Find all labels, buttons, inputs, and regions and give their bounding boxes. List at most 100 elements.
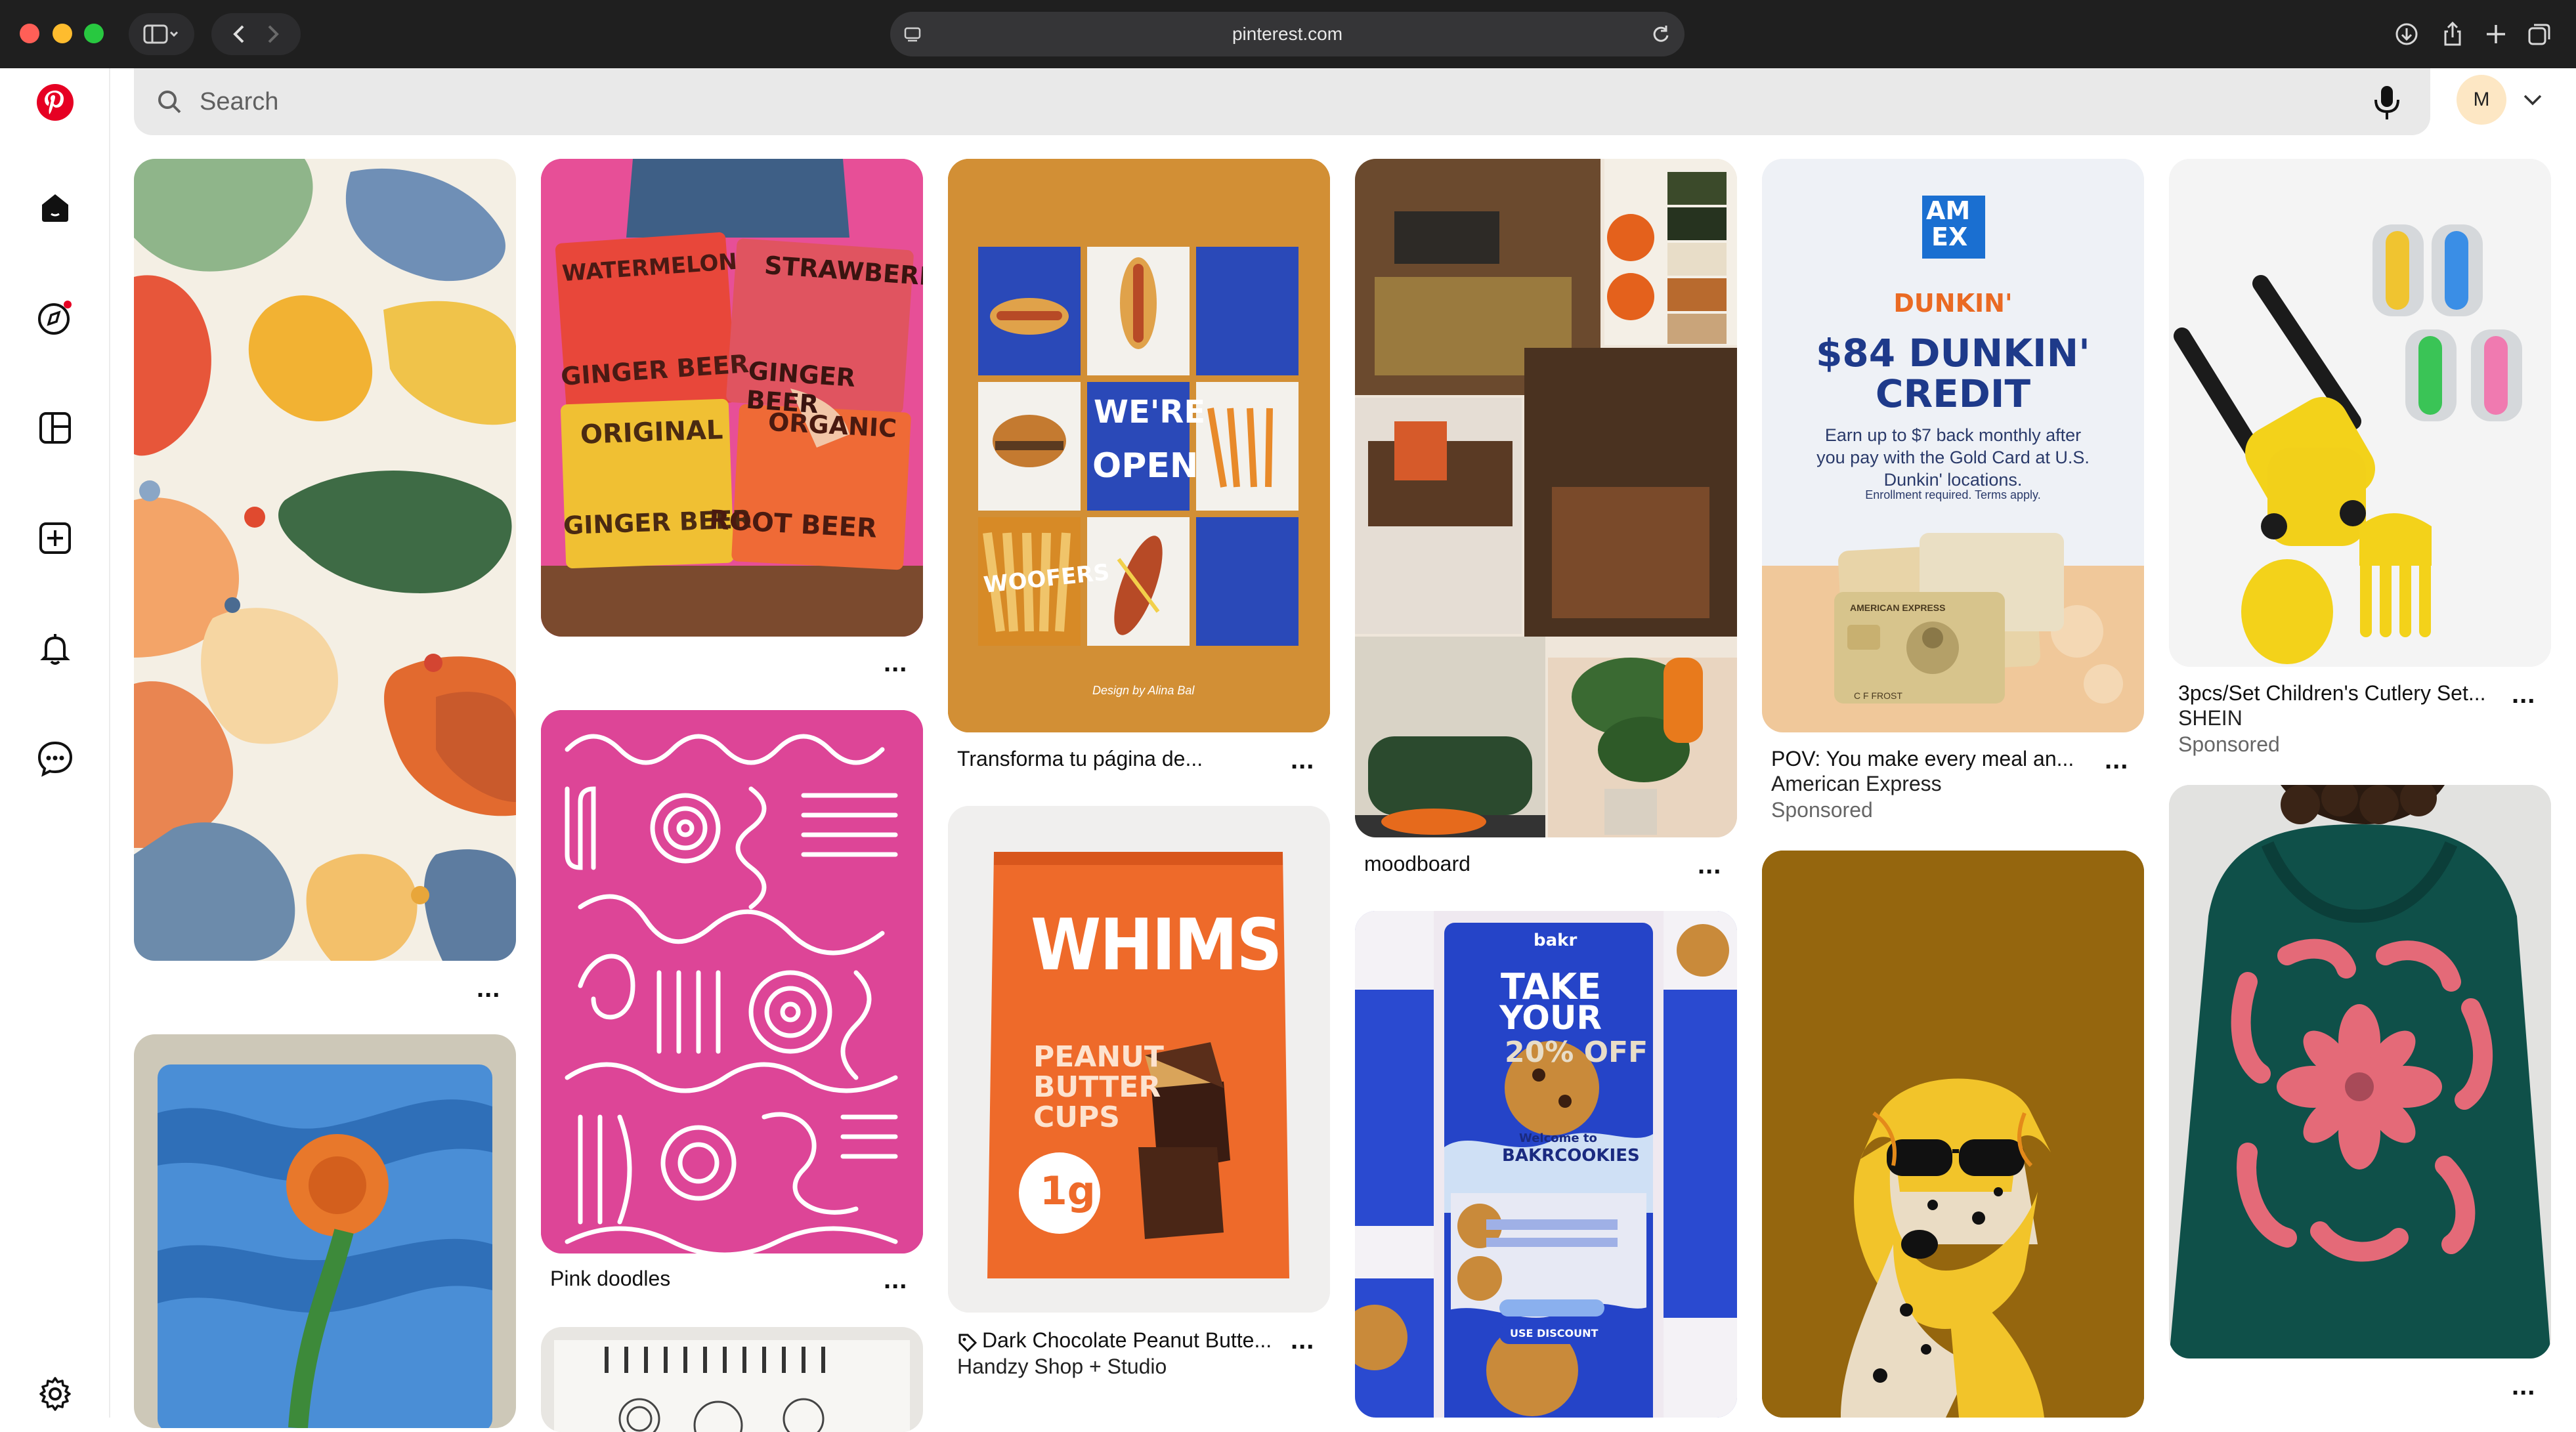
pin-notebook-art[interactable] bbox=[541, 1327, 923, 1432]
more-options-button[interactable]: ... bbox=[1291, 747, 1314, 773]
browser-toolbar: pinterest.com bbox=[0, 0, 2576, 68]
pinterest-logo[interactable] bbox=[32, 79, 79, 126]
more-options-button[interactable]: ... bbox=[2105, 747, 2128, 773]
share-icon bbox=[2444, 21, 2461, 46]
amex-logo: AM bbox=[1926, 196, 1971, 225]
pin-image bbox=[134, 159, 516, 961]
download-icon bbox=[2395, 23, 2418, 45]
pin-bakr-cookies[interactable]: bakr TAKE YOUR 20% OFF Welcome to BAKRCO… bbox=[1355, 911, 1737, 1418]
pin-whims-candy[interactable]: WHIMS PEANUT BUTTER CUPS 1g bbox=[948, 806, 1330, 1313]
pin-flower-art[interactable] bbox=[134, 1034, 516, 1428]
more-options-button[interactable]: ... bbox=[884, 1267, 907, 1293]
hotdog-text: WE'RE bbox=[1094, 394, 1206, 431]
downloads-button[interactable] bbox=[2392, 20, 2421, 49]
pin-advertiser[interactable]: American Express bbox=[1771, 772, 1942, 796]
pin-title[interactable]: 3pcs/Set Children's Cutlery Set... bbox=[2178, 681, 2486, 705]
microphone-icon[interactable] bbox=[2372, 84, 2401, 121]
pin-amex-ad[interactable]: AM EX DUNKIN' $84 DUNKIN' CREDIT Earn up… bbox=[1762, 159, 2144, 732]
cookie-headline: 20% OFF bbox=[1505, 1036, 1648, 1069]
pin-kids-cutlery[interactable] bbox=[2169, 159, 2551, 667]
more-options-button[interactable]: ... bbox=[477, 975, 500, 1001]
address-bar[interactable]: pinterest.com bbox=[890, 12, 1685, 56]
credit-text: Design by Alina Bal bbox=[1092, 684, 1195, 697]
tab-overview-button[interactable] bbox=[2525, 20, 2554, 49]
sidebar-item-boards[interactable] bbox=[32, 404, 79, 452]
tabs-icon bbox=[2528, 24, 2550, 45]
search-bar[interactable]: Search bbox=[134, 68, 2430, 135]
more-options-button[interactable]: ... bbox=[2512, 1373, 2535, 1399]
more-options-button[interactable]: ... bbox=[2512, 681, 2535, 707]
cookie-cta: USE DISCOUNT bbox=[1510, 1327, 1599, 1339]
sidebar-toggle-button[interactable] bbox=[129, 13, 194, 55]
hotdog-text: OPEN bbox=[1092, 446, 1199, 486]
ad-body: Earn up to $7 back monthly after bbox=[1824, 425, 2082, 445]
search-input[interactable]: Search bbox=[200, 88, 278, 116]
pin-title[interactable]: Transforma tu página de... bbox=[957, 747, 1203, 771]
more-options-button[interactable]: ... bbox=[884, 650, 907, 676]
pin-pink-doodles[interactable] bbox=[541, 710, 923, 1253]
new-tab-button[interactable] bbox=[2481, 20, 2510, 49]
pin-image bbox=[554, 1340, 910, 1432]
compass-icon bbox=[38, 301, 72, 335]
pin-dalmatian-art[interactable] bbox=[1762, 851, 2144, 1418]
cookie-brand: bakr bbox=[1534, 931, 1578, 950]
sidebar-item-create[interactable] bbox=[32, 515, 79, 562]
search-icon bbox=[158, 91, 181, 114]
pin-image bbox=[1762, 851, 2144, 1418]
beer-label: ORIGINAL bbox=[580, 415, 724, 450]
reload-icon[interactable] bbox=[1650, 24, 1671, 45]
pin-title[interactable]: POV: You make every meal an... bbox=[1771, 747, 2074, 771]
avatar-initial: M bbox=[2473, 89, 2490, 110]
more-options-button[interactable]: ... bbox=[1291, 1327, 1314, 1353]
pin-image bbox=[948, 159, 1330, 732]
sidebar-item-settings[interactable] bbox=[32, 1370, 79, 1418]
cookie-name: BAKRCOOKIES bbox=[1502, 1146, 1640, 1166]
chevron-down-icon[interactable] bbox=[2520, 87, 2546, 113]
maximize-window-button[interactable] bbox=[84, 24, 104, 43]
cookie-welcome: Welcome to bbox=[1519, 1131, 1597, 1145]
pin-source[interactable]: Handzy Shop + Studio bbox=[957, 1355, 1167, 1379]
pin-advertiser[interactable]: SHEIN bbox=[2178, 706, 2243, 730]
sidebar-item-notifications[interactable] bbox=[32, 625, 79, 672]
chat-icon bbox=[37, 741, 73, 777]
share-button[interactable] bbox=[2438, 20, 2467, 49]
pin-image bbox=[2169, 159, 2551, 667]
pin-image bbox=[1355, 159, 1737, 837]
url-text: pinterest.com bbox=[1232, 24, 1343, 44]
pin-abstract-blobs[interactable] bbox=[134, 159, 516, 961]
close-window-button[interactable] bbox=[20, 24, 39, 43]
pin-title[interactable]: Dark Chocolate Peanut Butte... bbox=[982, 1328, 1272, 1353]
tag-icon bbox=[958, 1334, 977, 1353]
pin-title[interactable]: Pink doodles bbox=[550, 1267, 670, 1291]
plus-icon bbox=[2487, 25, 2505, 43]
whims-badge: 1g bbox=[1040, 1168, 1096, 1214]
history-nav bbox=[211, 13, 301, 55]
bell-icon bbox=[40, 634, 70, 665]
sidebar-item-messages[interactable] bbox=[32, 735, 79, 782]
amex-logo: EX bbox=[1931, 222, 1968, 251]
pin-moodboard[interactable] bbox=[1355, 159, 1737, 837]
sidebar-item-home[interactable] bbox=[32, 184, 79, 231]
pin-title[interactable]: moodboard bbox=[1364, 852, 1470, 876]
cookie-headline: YOUR bbox=[1499, 999, 1602, 1037]
pin-hotdog-brand[interactable]: WE'RE OPEN WOOFERS Design by Alina Bal bbox=[948, 159, 1330, 732]
minimize-window-button[interactable] bbox=[53, 24, 72, 43]
sidebar-icon bbox=[143, 24, 179, 44]
pin-green-hoodie[interactable] bbox=[2169, 785, 2551, 1358]
pin-image bbox=[158, 1064, 492, 1428]
ad-fineprint: Enrollment required. Terms apply. bbox=[1865, 488, 2041, 501]
avatar[interactable]: M bbox=[2457, 75, 2506, 125]
sidebar bbox=[0, 68, 110, 1418]
boards-icon bbox=[39, 412, 71, 444]
whims-brand: WHIMS bbox=[1031, 904, 1282, 986]
more-options-button[interactable]: ... bbox=[1698, 852, 1721, 878]
plus-square-icon bbox=[39, 522, 71, 554]
pin-ginger-beer[interactable]: WATERMELON GINGER BEER STRAWBERRY GINGER… bbox=[541, 159, 923, 637]
pin-image bbox=[541, 710, 923, 1253]
back-forward-icon[interactable] bbox=[217, 22, 295, 46]
home-icon bbox=[42, 194, 68, 222]
ad-headline: CREDIT bbox=[1875, 371, 2031, 416]
sidebar-item-explore[interactable] bbox=[32, 294, 79, 341]
ad-headline: $84 DUNKIN' bbox=[1816, 331, 2090, 375]
card-holder: C F FROST bbox=[1854, 690, 1902, 701]
